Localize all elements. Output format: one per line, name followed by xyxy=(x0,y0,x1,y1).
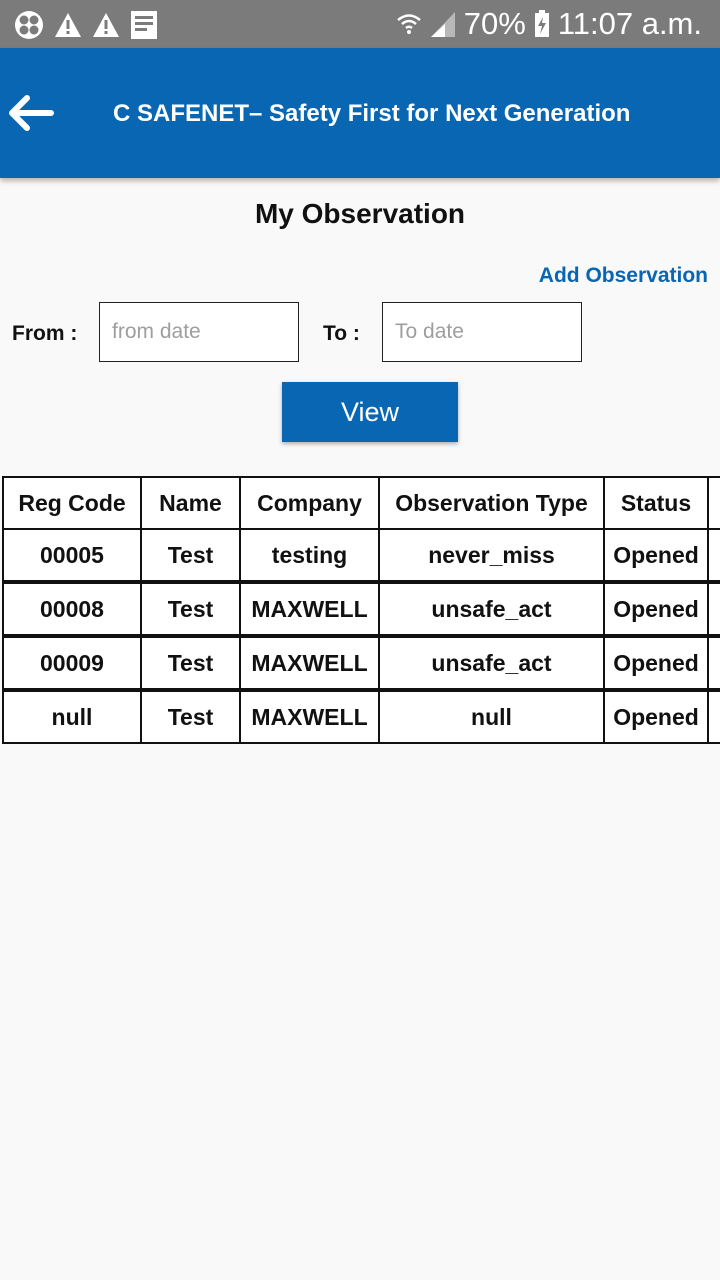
wifi-icon xyxy=(396,14,421,34)
header-reg-code: Reg Code xyxy=(2,476,142,530)
table-cell[interactable] xyxy=(707,528,720,582)
signal-icon xyxy=(430,12,455,37)
table-cell[interactable]: testing xyxy=(239,528,380,582)
page-title: My Observation xyxy=(254,198,466,229)
table-cell[interactable] xyxy=(707,636,720,690)
fan-icon xyxy=(15,11,43,39)
battery-percent: 70% xyxy=(463,6,526,41)
table-cell[interactable]: Test xyxy=(140,528,241,582)
header-observation-type: Observation Type xyxy=(378,476,605,530)
observation-table: Reg Code Name Company Observation Type S… xyxy=(0,476,720,756)
table-cell[interactable]: 00005 xyxy=(2,528,142,582)
table-cell[interactable]: MAXWELL xyxy=(239,690,380,744)
header-status: Status xyxy=(603,476,709,530)
notification-icons xyxy=(14,10,158,40)
table-cell[interactable]: Test xyxy=(140,690,241,744)
table-cell[interactable]: unsafe_act xyxy=(378,636,605,690)
from-label: From : xyxy=(12,322,78,345)
table-cell[interactable]: Test xyxy=(140,582,241,636)
battery-charging-icon xyxy=(534,10,549,37)
table-cell[interactable]: never_miss xyxy=(378,528,605,582)
back-button[interactable] xyxy=(2,86,56,140)
clock: 11:07 a.m. xyxy=(557,6,702,41)
table-cell[interactable]: Test xyxy=(140,636,241,690)
app-bar: C SAFENET– Safety First for Next Generat… xyxy=(0,48,720,178)
header-name: Name xyxy=(140,476,241,530)
table-cell[interactable]: 00008 xyxy=(2,582,142,636)
table-cell[interactable]: MAXWELL xyxy=(239,582,380,636)
table-cell[interactable] xyxy=(707,690,720,744)
table-cell[interactable]: null xyxy=(2,690,142,744)
header-company: Company xyxy=(239,476,380,530)
table-cell[interactable]: Opened xyxy=(603,528,709,582)
table-cell[interactable]: MAXWELL xyxy=(239,636,380,690)
warning-icon xyxy=(55,13,81,37)
app-title: C SAFENET– Safety First for Next Generat… xyxy=(113,100,631,127)
table-cell[interactable] xyxy=(707,582,720,636)
table-cell[interactable]: 00009 xyxy=(2,636,142,690)
from-date-input[interactable] xyxy=(99,302,299,362)
view-button[interactable]: View xyxy=(282,382,458,442)
table-cell[interactable]: unsafe_act xyxy=(378,582,605,636)
table-cell[interactable]: Opened xyxy=(603,582,709,636)
table-cell[interactable]: Opened xyxy=(603,690,709,744)
system-icons: 70% 11:07 a.m. xyxy=(396,6,702,42)
document-icon xyxy=(131,11,157,39)
status-bar: 70% 11:07 a.m. xyxy=(0,0,720,48)
arrow-left-icon xyxy=(9,95,54,131)
add-observation-link[interactable]: Add Observation xyxy=(539,262,708,290)
warning-icon xyxy=(93,13,119,37)
table-cell[interactable]: Opened xyxy=(603,636,709,690)
table-cell[interactable]: null xyxy=(378,690,605,744)
header-extra xyxy=(707,476,720,530)
to-date-input[interactable] xyxy=(382,302,582,362)
to-label: To : xyxy=(323,322,360,345)
